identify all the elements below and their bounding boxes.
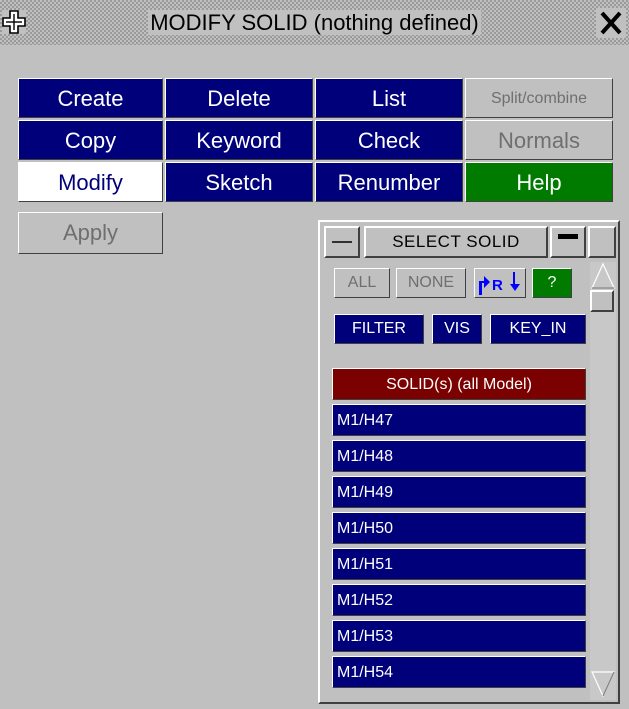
scroll-up-arrow-icon[interactable] (590, 262, 616, 292)
normals-button[interactable]: Normals (465, 120, 613, 160)
renumber-button[interactable]: Renumber (315, 162, 463, 202)
help-button[interactable]: Help (465, 162, 613, 202)
modify-button[interactable]: Modify (18, 162, 163, 202)
close-icon[interactable] (596, 8, 626, 38)
filter-button[interactable]: FILTER (334, 314, 424, 344)
delete-button[interactable]: Delete (165, 78, 313, 118)
solid-list-item[interactable]: M1/H48 (332, 440, 586, 472)
title-bar[interactable]: MODIFY SOLID (nothing defined) (0, 0, 629, 45)
solid-list-item[interactable]: M1/H50 (332, 512, 586, 544)
minimize-panel-button[interactable] (324, 226, 360, 258)
key-in-button[interactable]: KEY_IN (490, 314, 586, 344)
modify-solid-window: MODIFY SOLID (nothing defined) Create De… (0, 0, 629, 709)
window-title: MODIFY SOLID (nothing defined) (148, 10, 481, 35)
reverse-selection-icon: R (479, 272, 520, 295)
solid-list-item[interactable]: M1/H51 (332, 548, 586, 580)
check-button[interactable]: Check (315, 120, 463, 160)
solid-list-item[interactable]: M1/H52 (332, 584, 586, 616)
select-all-button[interactable]: ALL (334, 268, 390, 298)
solid-list-item[interactable]: M1/H54 (332, 656, 586, 688)
select-solid-panel: SELECT SOLID ALL NONE R ? FILTER VIS KEY… (318, 220, 620, 704)
bar-icon (558, 234, 578, 239)
split-combine-button[interactable]: Split/combine (465, 78, 613, 118)
reverse-selection-button[interactable]: R (474, 268, 526, 298)
panel-resize-button[interactable] (588, 226, 616, 258)
create-button[interactable]: Create (18, 78, 163, 118)
list-scrollbar[interactable] (590, 262, 616, 700)
move-icon[interactable] (2, 10, 26, 34)
solid-list-item[interactable]: M1/H49 (332, 476, 586, 508)
copy-button[interactable]: Copy (18, 120, 163, 160)
svg-text:R: R (492, 277, 503, 294)
sketch-button[interactable]: Sketch (165, 162, 313, 202)
select-solid-title: SELECT SOLID (364, 226, 548, 258)
solid-list-header: SOLID(s) (all Model) (332, 368, 586, 400)
vis-button[interactable]: VIS (432, 314, 482, 344)
solid-list-item[interactable]: M1/H47 (332, 404, 586, 436)
list-button[interactable]: List (315, 78, 463, 118)
solid-list-item[interactable]: M1/H53 (332, 620, 586, 652)
dash-icon (332, 241, 352, 243)
select-none-button[interactable]: NONE (396, 268, 466, 298)
apply-button[interactable]: Apply (18, 212, 163, 254)
help-question-button[interactable]: ? (532, 268, 572, 298)
keyword-button[interactable]: Keyword (165, 120, 313, 160)
scroll-thumb[interactable] (590, 290, 614, 312)
scroll-down-arrow-icon[interactable] (590, 668, 616, 698)
bar-toggle-button[interactable] (550, 226, 586, 258)
